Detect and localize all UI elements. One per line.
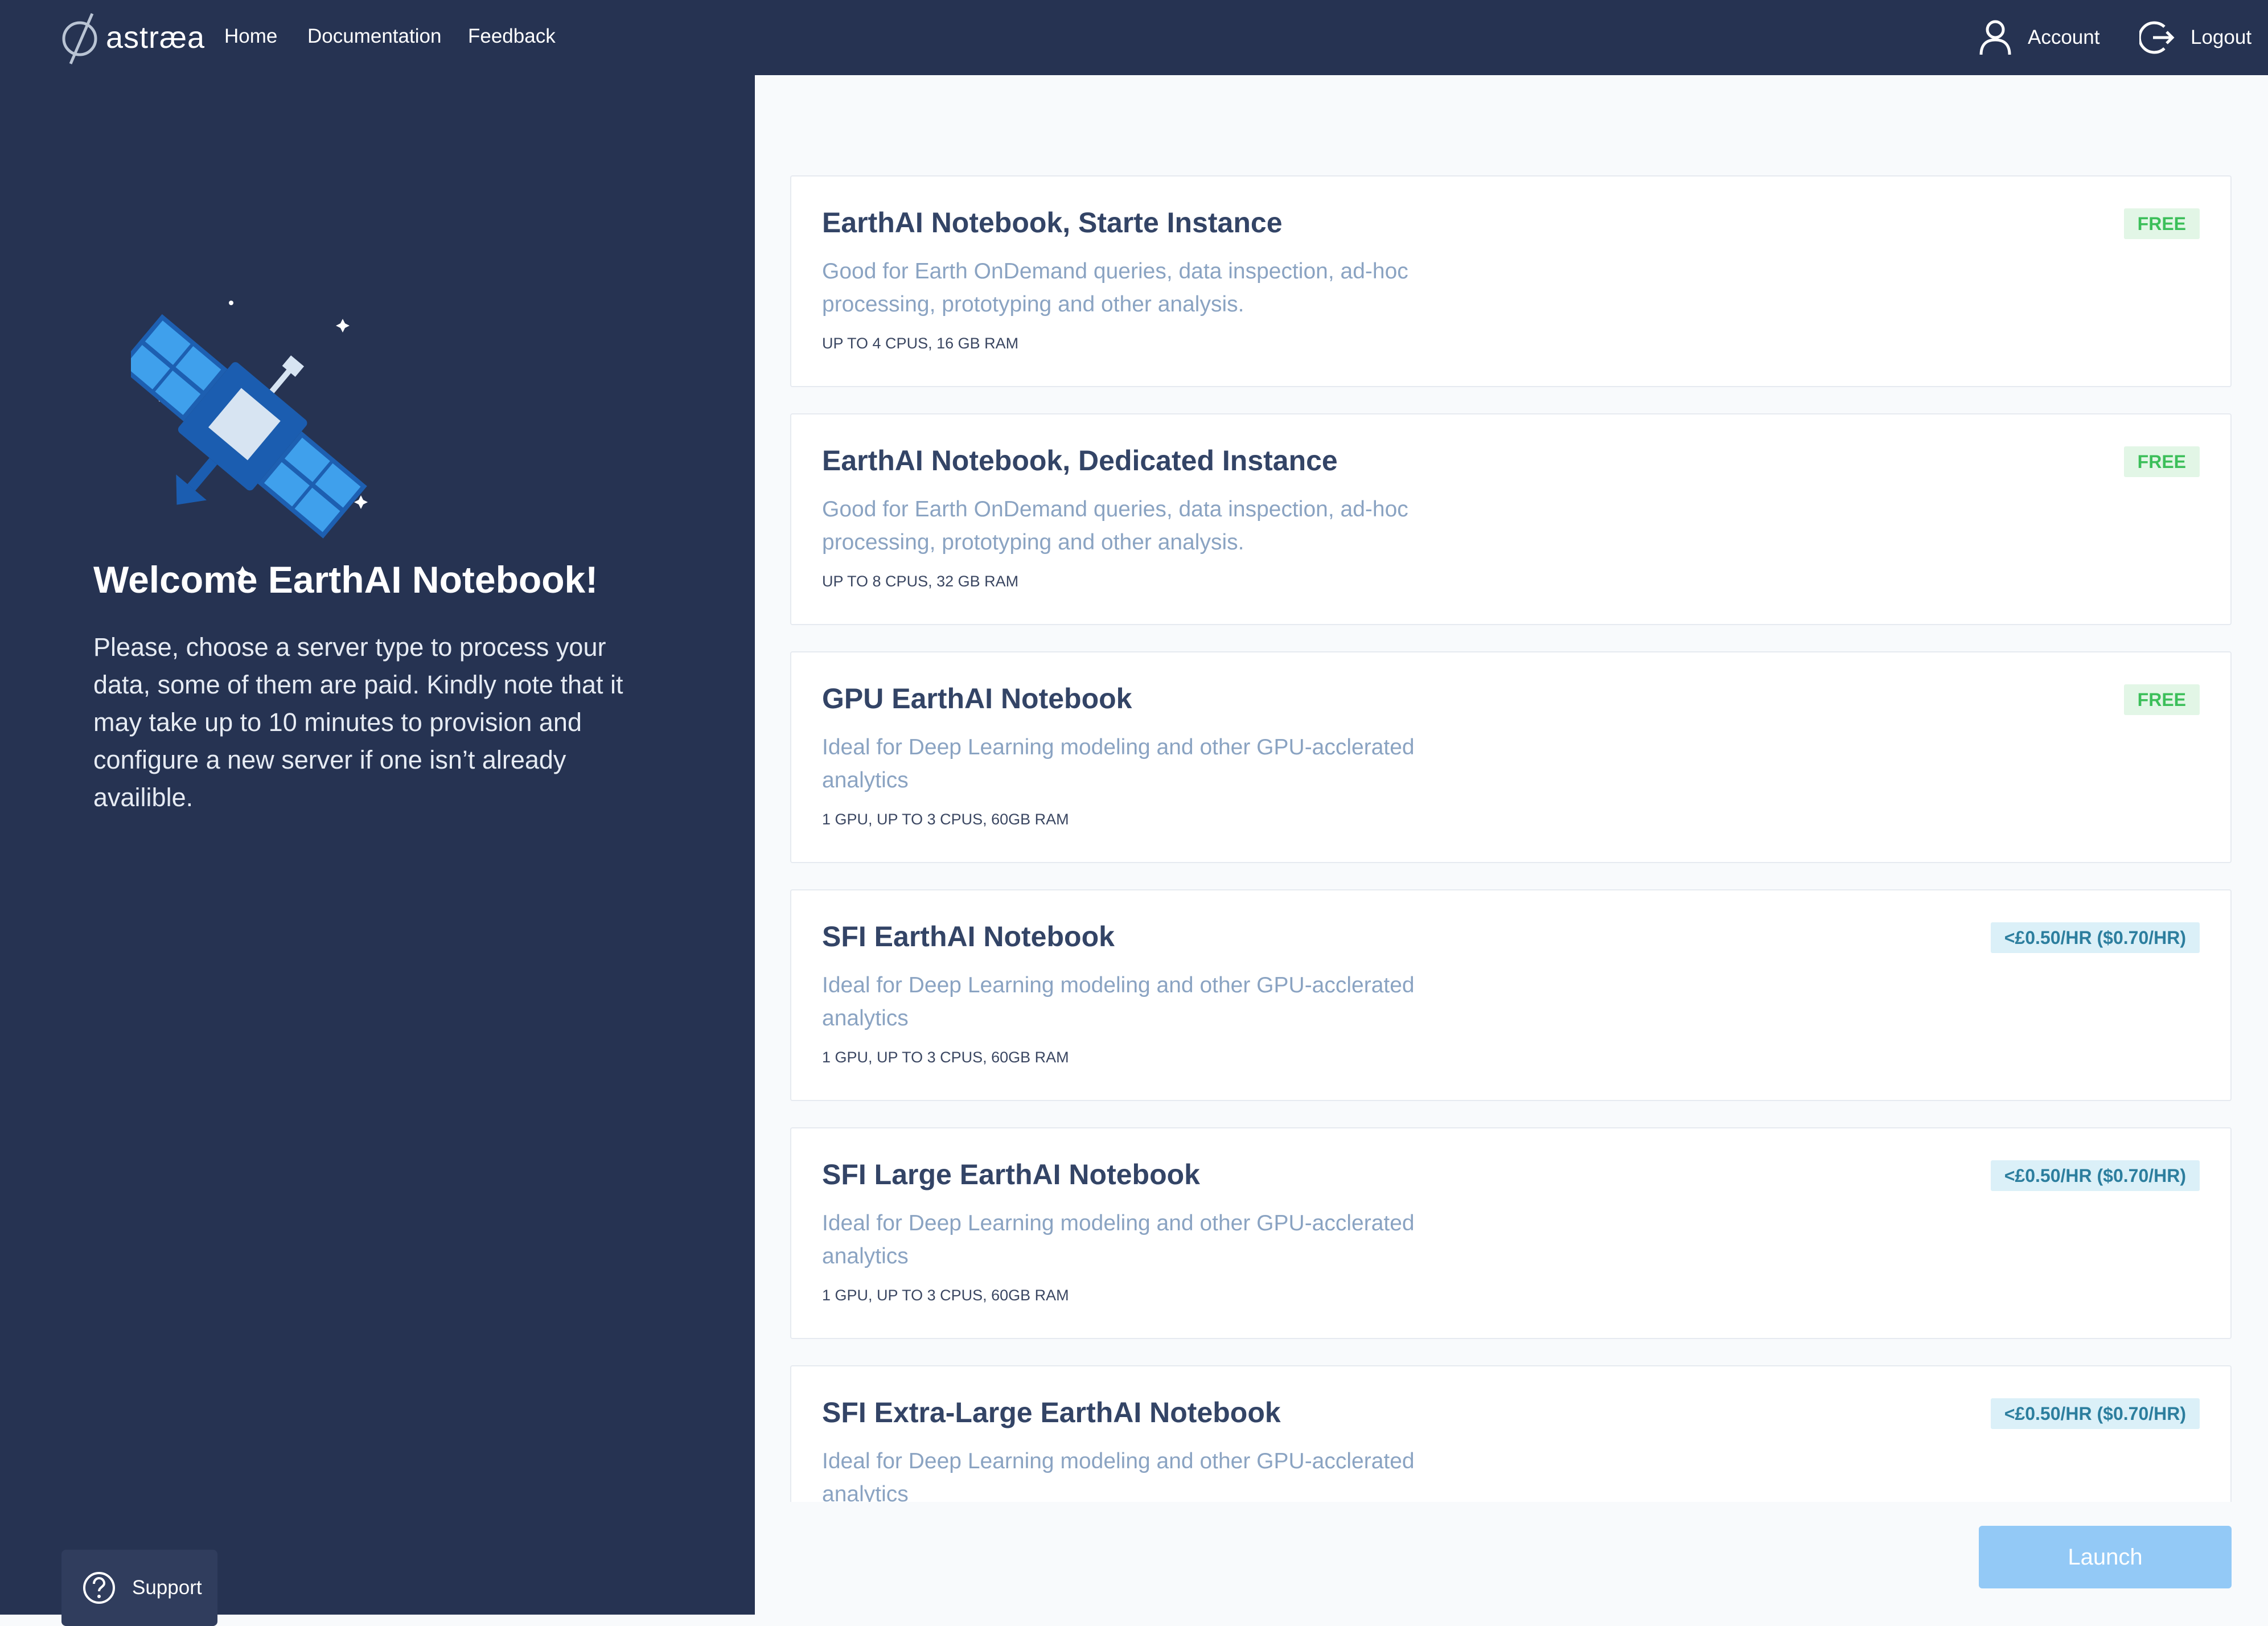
help-circle-icon xyxy=(83,1572,115,1604)
launch-button[interactable]: Launch xyxy=(1979,1526,2232,1588)
welcome-panel: Welcome EarthAI Notebook! Please, choose… xyxy=(0,75,755,1626)
server-title: EarthAI Notebook, Starte Instance xyxy=(822,207,1283,239)
top-nav: astræa Home Documentation Feedback Accou… xyxy=(0,0,2268,75)
server-card-dedicated[interactable]: EarthAI Notebook, Dedicated Instance FRE… xyxy=(790,413,2232,625)
server-card-starter[interactable]: EarthAI Notebook, Starte Instance FREE G… xyxy=(790,175,2232,387)
account-label: Account xyxy=(2028,26,2100,48)
server-specs: UP TO 8 CPUS, 32 GB RAM xyxy=(822,573,1019,590)
logo-icon xyxy=(62,13,97,64)
server-specs: 1 GPU, UP TO 3 CPUS, 60GB RAM xyxy=(822,1287,1069,1304)
logo-text: astræa xyxy=(106,20,206,55)
nav-home-link[interactable]: Home xyxy=(224,25,277,48)
logout-button[interactable]: Logout xyxy=(2139,17,2251,58)
server-description: Good for Earth OnDemand queries, data in… xyxy=(822,259,1408,317)
logout-label: Logout xyxy=(2191,26,2252,48)
server-description: Good for Earth OnDemand queries, data in… xyxy=(822,497,1408,555)
server-title: EarthAI Notebook, Dedicated Instance xyxy=(822,445,1338,477)
price-badge: FREE xyxy=(2123,446,2200,477)
price-badge: <£0.50/HR ($0.70/HR) xyxy=(1990,1160,2200,1191)
server-card-sfi[interactable]: SFI EarthAI Notebook <£0.50/HR ($0.70/HR… xyxy=(790,889,2232,1101)
server-specs: 1 GPU, UP TO 3 CPUS, 60GB RAM xyxy=(822,811,1069,828)
server-list[interactable]: EarthAI Notebook, Starte Instance FREE G… xyxy=(790,175,2232,1502)
welcome-title: Welcome EarthAI Notebook! xyxy=(93,559,598,601)
nav-feedback-link[interactable]: Feedback xyxy=(468,25,556,48)
welcome-text: Please, choose a server type to process … xyxy=(93,633,623,812)
price-badge: <£0.50/HR ($0.70/HR) xyxy=(1990,1398,2200,1429)
price-badge: FREE xyxy=(2123,208,2200,239)
server-card-gpu[interactable]: GPU EarthAI Notebook FREE Ideal for Deep… xyxy=(790,651,2232,863)
server-description: Ideal for Deep Learning modeling and oth… xyxy=(822,735,1415,793)
user-icon xyxy=(1979,20,2011,55)
server-card-sfi-large[interactable]: SFI Large EarthAI Notebook <£0.50/HR ($0… xyxy=(790,1127,2232,1339)
server-description: Ideal for Deep Learning modeling and oth… xyxy=(822,1449,1415,1502)
server-specs: 1 GPU, UP TO 3 CPUS, 60GB RAM xyxy=(822,1049,1069,1066)
server-title: GPU EarthAI Notebook xyxy=(822,683,1132,715)
server-description: Ideal for Deep Learning modeling and oth… xyxy=(822,1211,1415,1268)
server-description: Ideal for Deep Learning modeling and oth… xyxy=(822,973,1415,1030)
account-button[interactable]: Account xyxy=(1979,17,2099,58)
logout-icon xyxy=(2139,21,2175,54)
server-title: SFI EarthAI Notebook xyxy=(822,921,1115,952)
server-title: SFI Extra-Large EarthAI Notebook xyxy=(822,1397,1281,1428)
price-badge: <£0.50/HR ($0.70/HR) xyxy=(1990,922,2200,953)
support-label: Support xyxy=(132,1576,202,1599)
server-title: SFI Large EarthAI Notebook xyxy=(822,1159,1200,1190)
nav-documentation-link[interactable]: Documentation xyxy=(307,25,441,48)
server-selection-panel: EarthAI Notebook, Starte Instance FREE G… xyxy=(755,75,2268,1615)
server-card-sfi-extra-large[interactable]: SFI Extra-Large EarthAI Notebook <£0.50/… xyxy=(790,1365,2232,1502)
server-specs: UP TO 4 CPUS, 16 GB RAM xyxy=(822,335,1019,352)
astraea-logo[interactable]: astræa xyxy=(59,9,205,66)
price-badge: FREE xyxy=(2123,684,2200,715)
satellite-illustration xyxy=(131,301,368,580)
